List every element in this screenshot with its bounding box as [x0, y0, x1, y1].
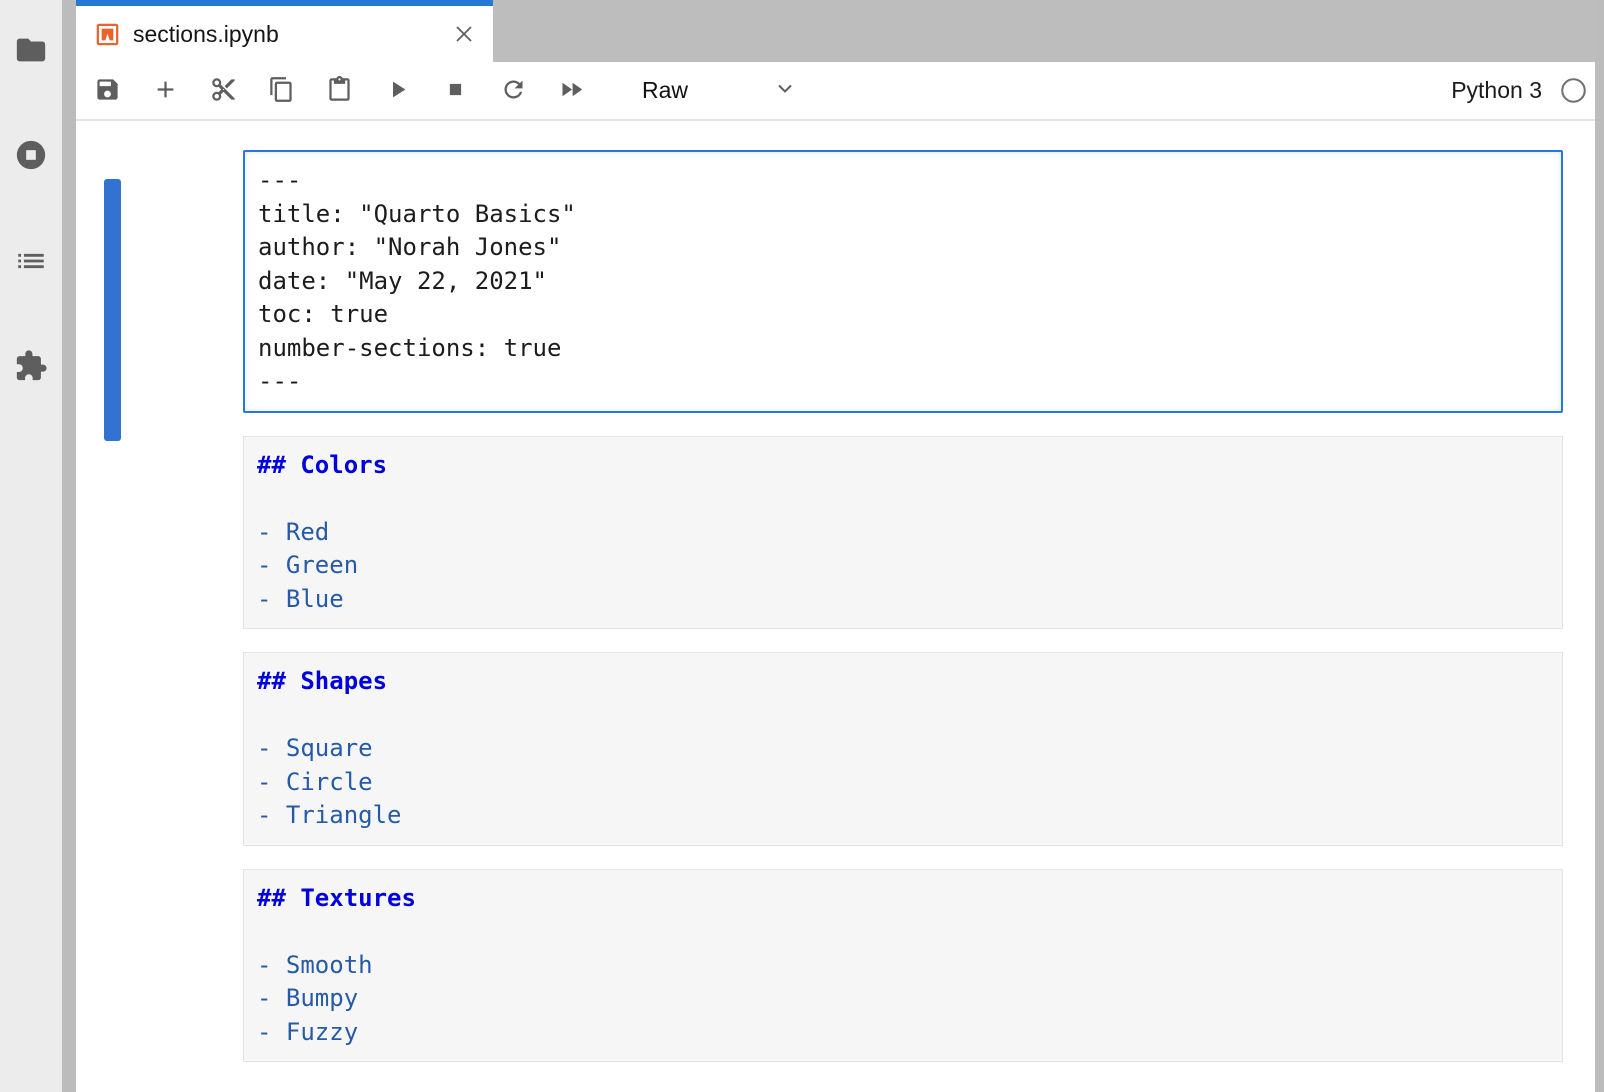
save-icon: [94, 76, 121, 106]
tab-sections-ipynb[interactable]: sections.ipynb: [76, 0, 493, 62]
restart-icon: [500, 76, 527, 106]
notebook-icon: [94, 21, 121, 48]
markdown-list-item: - Triangle: [257, 799, 1550, 833]
stop-circle-icon: [14, 138, 48, 177]
paste-cell-button[interactable]: [310, 68, 368, 114]
markdown-list-item: - Green: [257, 549, 1550, 583]
tab-bar: sections.ipynb: [76, 0, 1595, 62]
sidebar-item-running-kernels[interactable]: [14, 140, 48, 174]
markdown-heading: ## Shapes: [257, 665, 1550, 699]
markdown-list-item: - Bumpy: [257, 982, 1550, 1016]
kernel-area: Python 3: [1451, 77, 1587, 104]
blank-line: [257, 482, 1550, 516]
run-cell-button[interactable]: [368, 68, 426, 114]
stop-icon: [442, 76, 469, 106]
notebook-toolbar: Raw Python 3: [76, 62, 1595, 121]
fast-forward-icon: [558, 76, 585, 106]
sidebar-divider: [62, 0, 76, 1092]
cell-collapser[interactable]: [104, 179, 121, 441]
markdown-heading: ## Textures: [257, 882, 1550, 916]
save-button[interactable]: [78, 68, 136, 114]
insert-cell-button[interactable]: [136, 68, 194, 114]
copy-cell-button[interactable]: [252, 68, 310, 114]
raw-cell-frontmatter[interactable]: --- title: "Quarto Basics" author: "Nora…: [243, 150, 1563, 413]
play-icon: [384, 76, 411, 106]
main-area: sections.ipynb: [76, 0, 1595, 1092]
restart-kernel-button[interactable]: [484, 68, 542, 114]
markdown-heading: ## Colors: [257, 449, 1550, 483]
code-line: title: "Quarto Basics": [258, 198, 1549, 232]
cut-cell-button[interactable]: [194, 68, 252, 114]
chevron-down-icon: [773, 76, 797, 106]
plus-icon: [152, 76, 179, 106]
sidebar-item-extensions[interactable]: [14, 351, 48, 385]
notebook-panel: --- title: "Quarto Basics" author: "Nora…: [76, 150, 1595, 1092]
close-icon[interactable]: [449, 19, 479, 49]
markdown-list-item: - Circle: [257, 766, 1550, 800]
markdown-cell-colors[interactable]: ## Colors - Red - Green - Blue: [243, 436, 1563, 630]
cell-type-value: Raw: [642, 77, 688, 104]
sidebar-item-table-of-contents[interactable]: [14, 246, 48, 280]
markdown-list-item: - Fuzzy: [257, 1016, 1550, 1050]
cell-type-dropdown[interactable]: Raw: [642, 76, 797, 106]
list-icon: [14, 244, 48, 283]
clipboard-icon: [326, 76, 353, 106]
puzzle-icon: [14, 349, 48, 388]
code-line: date: "May 22, 2021": [258, 265, 1549, 299]
activity-bar: [0, 0, 62, 1092]
scissors-icon: [210, 76, 237, 106]
code-line: toc: true: [258, 298, 1549, 332]
code-line: author: "Norah Jones": [258, 231, 1549, 265]
markdown-cell-shapes[interactable]: ## Shapes - Square - Circle - Triangle: [243, 652, 1563, 846]
sidebar-item-file-browser[interactable]: [14, 35, 48, 69]
code-line: number-sections: true: [258, 332, 1549, 366]
markdown-list-item: - Smooth: [257, 949, 1550, 983]
tab-title: sections.ipynb: [133, 21, 449, 48]
markdown-list-item: - Square: [257, 732, 1550, 766]
interrupt-kernel-button[interactable]: [426, 68, 484, 114]
code-line: ---: [258, 164, 1549, 198]
markdown-list-item: - Red: [257, 516, 1550, 550]
markdown-cell-textures[interactable]: ## Textures - Smooth - Bumpy - Fuzzy: [243, 869, 1563, 1063]
markdown-list-item: - Blue: [257, 583, 1550, 617]
blank-line: [257, 699, 1550, 733]
jupyterlab-window: sections.ipynb: [0, 0, 1604, 1092]
code-line: ---: [258, 365, 1549, 399]
right-border-strip: [1595, 0, 1604, 1092]
kernel-idle-circle-icon[interactable]: [1560, 77, 1587, 104]
kernel-name[interactable]: Python 3: [1451, 77, 1542, 104]
folder-icon: [14, 33, 48, 72]
blank-line: [257, 915, 1550, 949]
copy-icon: [268, 76, 295, 106]
restart-run-all-button[interactable]: [542, 68, 600, 114]
